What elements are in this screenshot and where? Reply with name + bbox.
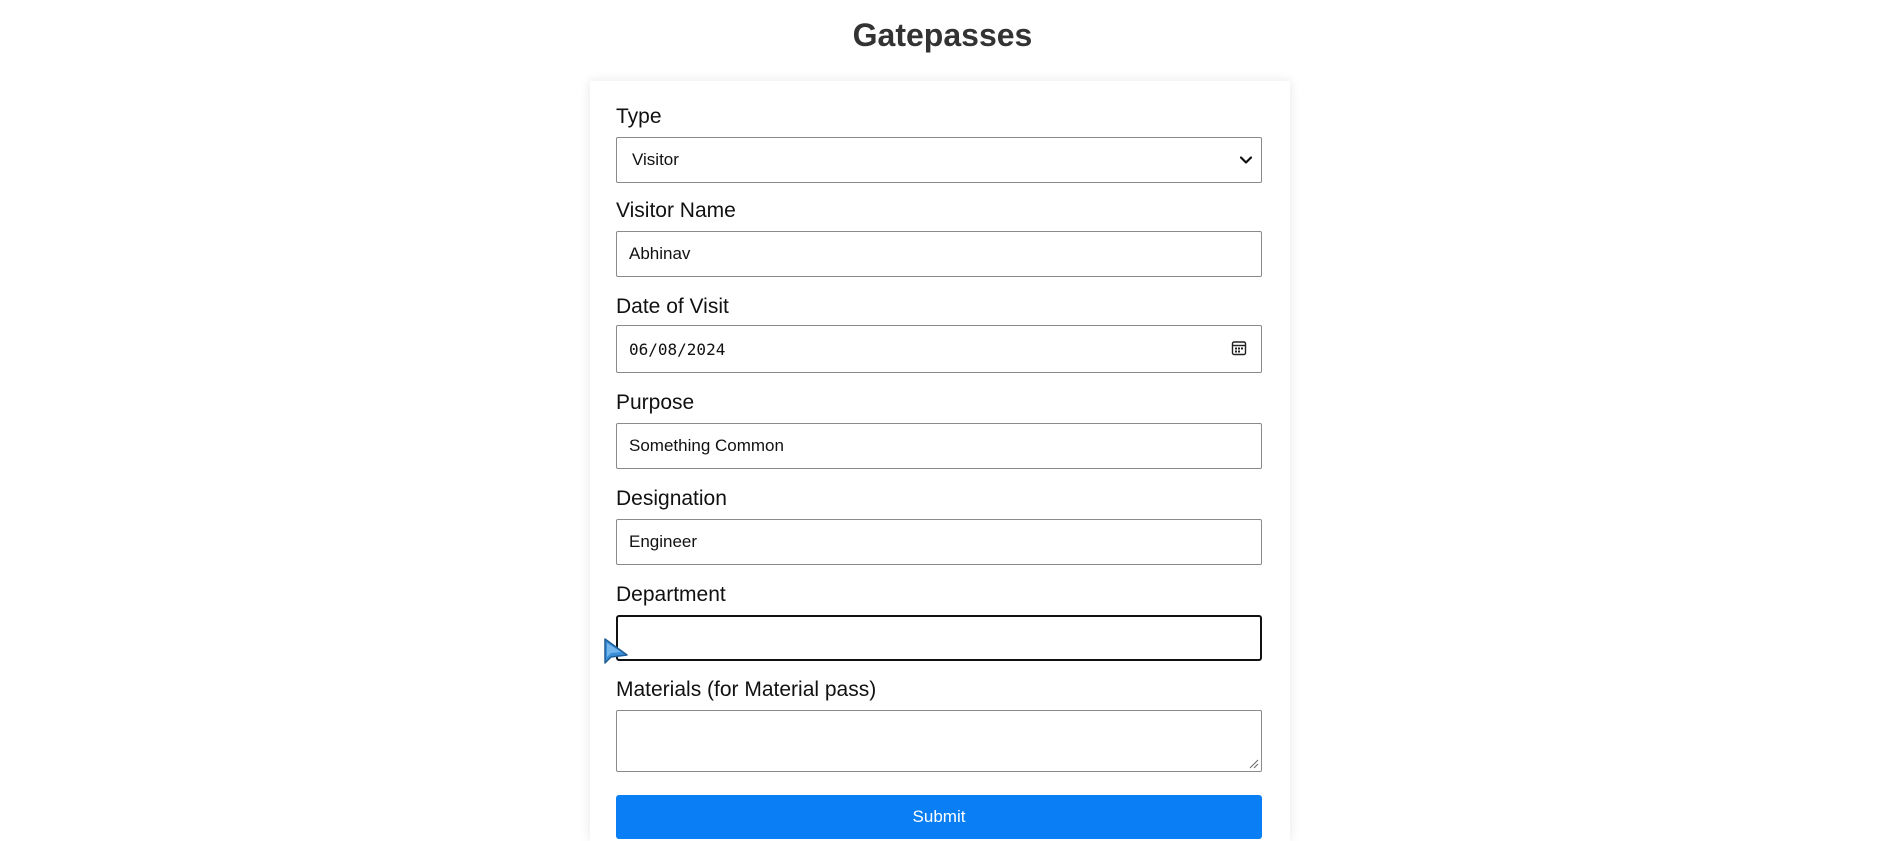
date-of-visit-label: Date of Visit xyxy=(616,295,729,318)
visitor-name-value: Abhinav xyxy=(629,244,691,263)
date-of-visit-value: 06/08/2024 xyxy=(629,339,726,359)
designation-input[interactable]: Engineer xyxy=(616,519,1262,565)
type-select-value: Visitor xyxy=(632,150,679,169)
visitor-name-input[interactable]: Abhinav xyxy=(616,231,1262,277)
type-label: Type xyxy=(616,105,662,128)
materials-textarea[interactable] xyxy=(616,710,1262,772)
designation-value: Engineer xyxy=(629,532,698,551)
department-label: Department xyxy=(616,583,726,606)
gatepass-form: Type Visitor Visitor Name Abhinav Date o… xyxy=(590,81,1290,841)
materials-label: Materials (for Material pass) xyxy=(616,678,877,701)
date-of-visit-input[interactable]: 06/08/2024 xyxy=(616,325,1262,373)
purpose-input[interactable]: Something Common xyxy=(616,423,1262,469)
calendar-icon[interactable] xyxy=(1230,339,1248,357)
submit-button[interactable]: Submit xyxy=(616,795,1262,839)
visitor-name-label: Visitor Name xyxy=(616,199,736,222)
submit-button-label: Submit xyxy=(912,807,966,826)
mouse-cursor-icon xyxy=(604,638,628,664)
page-title: Gatepasses xyxy=(852,17,1033,53)
department-input[interactable] xyxy=(616,615,1262,661)
type-select[interactable]: Visitor xyxy=(616,137,1262,183)
chevron-down-icon xyxy=(1239,156,1253,164)
designation-label: Designation xyxy=(616,487,727,510)
purpose-label: Purpose xyxy=(616,391,695,414)
purpose-value: Something Common xyxy=(629,436,784,455)
resize-grip-icon[interactable] xyxy=(1249,759,1259,769)
